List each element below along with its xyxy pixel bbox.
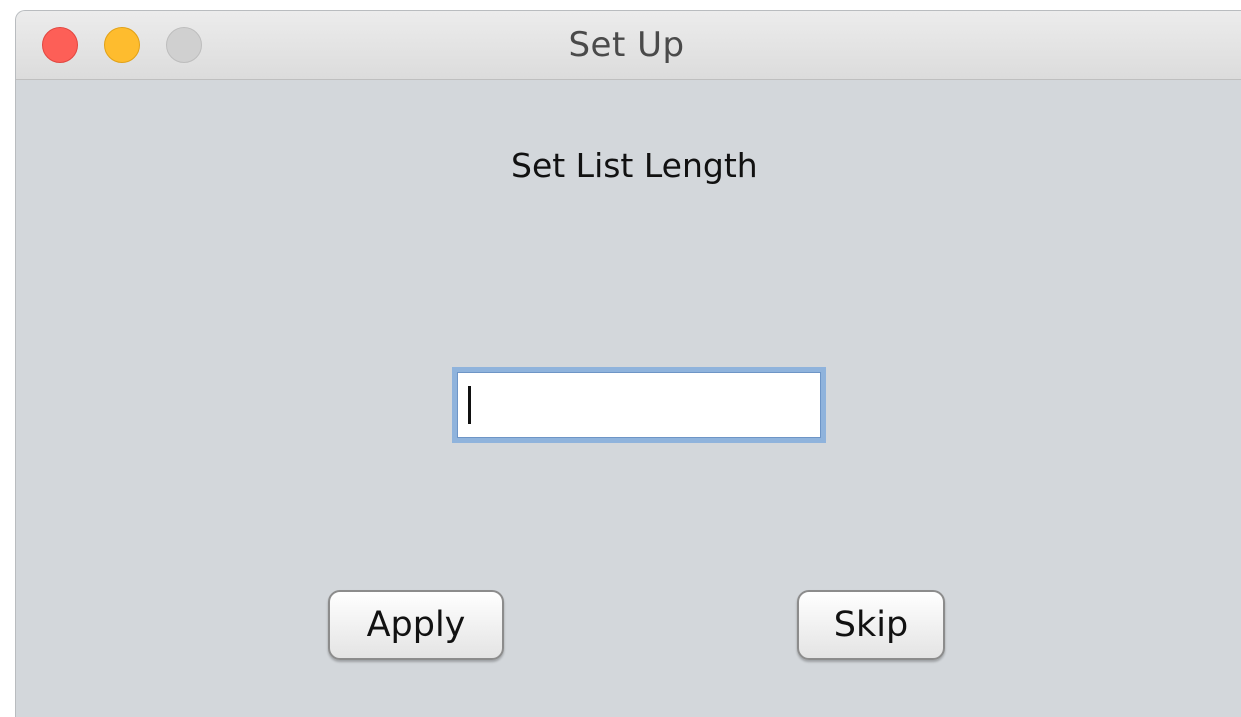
title-bar[interactable]: Set Up	[16, 11, 1241, 80]
setup-dialog-window: Set Up Set List Length Apply Skip	[15, 10, 1241, 717]
window-title: Set Up	[568, 25, 685, 65]
text-caret	[468, 386, 471, 424]
skip-button[interactable]: Skip	[797, 590, 945, 660]
list-length-input[interactable]	[452, 367, 826, 443]
apply-button[interactable]: Apply	[328, 590, 504, 660]
set-list-length-label: Set List Length	[511, 146, 758, 185]
